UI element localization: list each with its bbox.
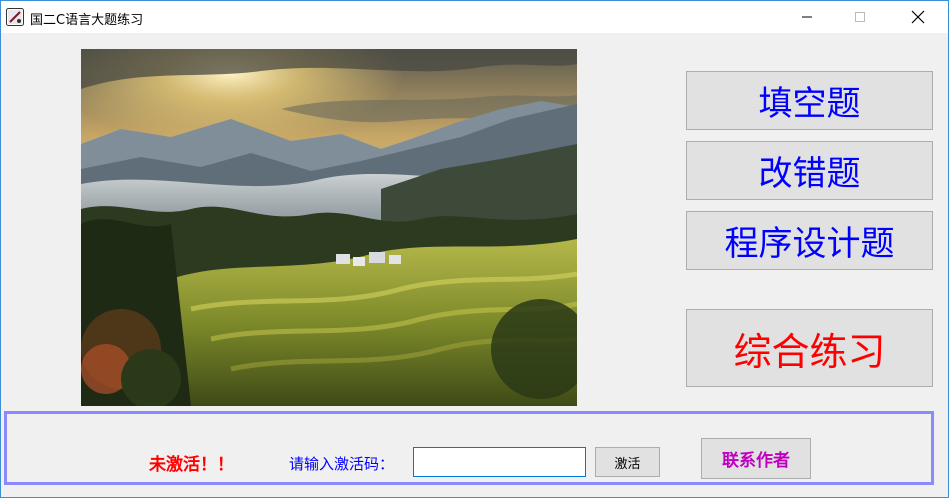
close-button[interactable] xyxy=(895,1,941,33)
app-icon xyxy=(6,8,24,26)
comprehensive-practice-button[interactable]: 综合练习 xyxy=(686,309,933,387)
fill-blank-button[interactable]: 填空题 xyxy=(686,71,933,130)
maximize-icon xyxy=(855,12,865,22)
maximize-button xyxy=(837,1,883,33)
minimize-icon xyxy=(802,16,812,18)
fix-error-button[interactable]: 改错题 xyxy=(686,141,933,200)
activation-status: 未激活！！ xyxy=(149,455,234,475)
activation-code-input[interactable] xyxy=(413,447,586,477)
landscape-photo xyxy=(81,49,577,406)
window-title: 国二C语言大题练习 xyxy=(30,13,144,28)
contact-author-button[interactable]: 联系作者 xyxy=(701,438,811,479)
activation-code-label: 请输入激活码： xyxy=(289,455,395,473)
landscape-image xyxy=(81,49,577,406)
program-design-button[interactable]: 程序设计题 xyxy=(686,211,933,270)
close-icon xyxy=(911,10,925,24)
title-bar[interactable]: 国二C语言大题练习 xyxy=(1,1,948,33)
minimize-button[interactable] xyxy=(784,1,830,33)
activate-button[interactable]: 激活 xyxy=(595,447,660,477)
main-window: 国二C语言大题练习 填空题 改错题 程序设计题 综合练习 未激活！！ 请输入激活… xyxy=(0,0,949,498)
